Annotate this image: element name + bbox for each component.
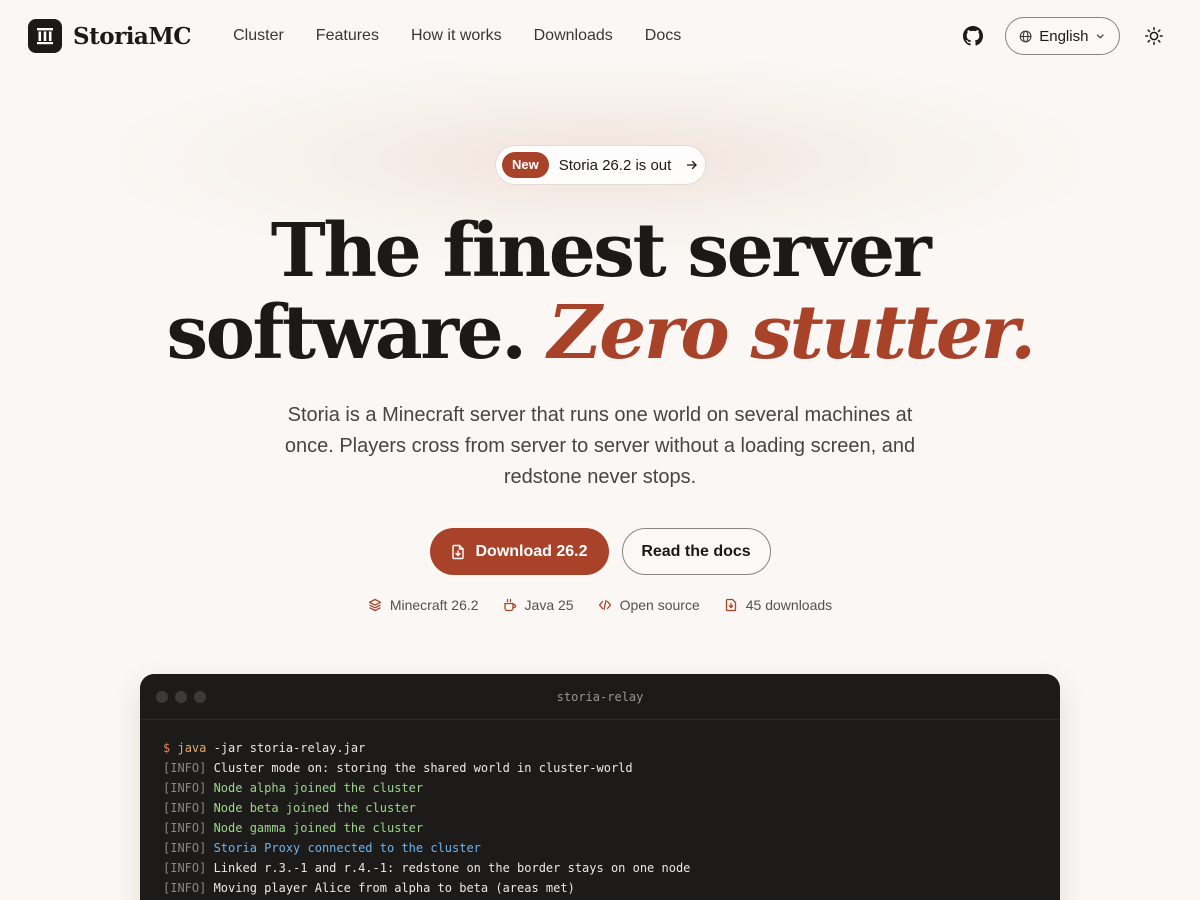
hero-title-accent: Zero stutter. [547,290,1036,376]
meta-minecraft-label: Minecraft 26.2 [389,597,479,613]
terminal-title: storia-relay [556,690,644,704]
coffee-cup-icon [503,598,516,612]
brand-name: StoriaMC [73,22,192,50]
hero-title: The finest server software. Zero stutter… [0,210,1200,374]
terminal-log: [INFO] Cluster mode on: storing the shar… [163,758,1037,898]
main-nav: Cluster Features How it works Downloads … [217,21,697,51]
meta-minecraft-version: Minecraft 26.2 [368,597,479,613]
meta-java-version: Java 25 [503,597,574,613]
release-announcement-link[interactable]: New Storia 26.2 is out [495,145,706,185]
meta-downloads: 45 downloads [724,597,832,613]
terminal-command: java [177,741,207,755]
terminal-window: storia-relay $ java -jar storia-relay.ja… [140,674,1060,900]
language-label: English [1039,27,1089,45]
log-message: Linked r.3.-1 and r.4.-1: redstone on th… [206,861,691,875]
terminal-titlebar: storia-relay [140,674,1060,720]
hero-subtitle: Storia is a Minecraft server that runs o… [284,404,916,488]
cta-row: Download 26.2 Read the docs [0,528,1200,575]
github-icon [963,26,983,46]
meta-java-label: Java 25 [524,597,574,613]
log-message: Moving player Alice from alpha to beta (… [206,881,575,895]
terminal-log-line: [INFO] Linked r.3.-1 and r.4.-1: redston… [163,858,1037,878]
read-docs-button[interactable]: Read the docs [621,528,771,575]
arrow-right-icon [685,158,699,172]
meta-open-source: Open source [598,597,700,613]
layers-icon [368,598,381,612]
log-message: Node gamma joined the cluster [206,821,424,835]
github-button[interactable] [955,18,991,54]
language-select[interactable]: English [1005,17,1120,55]
nav-downloads[interactable]: Downloads [518,21,629,51]
terminal-prompt: $ [163,741,171,755]
log-message: Storia Proxy connected to the cluster [206,841,481,855]
terminal-log-line: [INFO] Moving player Alice from alpha to… [163,878,1037,898]
terminal-log-line: [INFO] Cluster mode on: storing the shar… [163,758,1037,778]
brand-link[interactable]: StoriaMC [28,19,192,53]
terminal-command-line: $ java -jar storia-relay.jar [163,738,1037,758]
hero-title-line1: The finest server [270,208,932,294]
log-level-tag: [INFO] [163,781,207,795]
nav-cluster[interactable]: Cluster [217,21,300,51]
meta-open-source-label: Open source [619,597,700,613]
hero-title-line2: software. [166,290,527,376]
log-message: Cluster mode on: storing the shared worl… [206,761,633,775]
nav-docs[interactable]: Docs [629,21,697,51]
sun-icon [1145,27,1163,45]
theme-toggle-button[interactable] [1136,18,1172,54]
terminal-log-line: [INFO] Node alpha joined the cluster [163,778,1037,798]
header-actions: English [955,17,1172,55]
globe-icon [1019,30,1032,42]
log-level-tag: [INFO] [163,881,207,895]
terminal-log-line: [INFO] Storia Proxy connected to the clu… [163,838,1037,858]
terminal-log-line: [INFO] Node gamma joined the cluster [163,818,1037,838]
release-meta: Minecraft 26.2 Java 25 Open source 45 do… [0,597,1200,613]
log-level-tag: [INFO] [163,861,207,875]
terminal-output: $ java -jar storia-relay.jar [INFO] Clus… [140,720,1060,900]
download-button-label: Download 26.2 [475,542,588,560]
terminal-log-line: [INFO] Node beta joined the cluster [163,798,1037,818]
log-level-tag: [INFO] [163,801,207,815]
log-message: Node alpha joined the cluster [206,781,424,795]
code-icon [598,599,611,611]
nav-features[interactable]: Features [300,21,395,51]
page: StoriaMC Cluster Features How it works D… [0,0,1200,900]
file-download-icon [452,544,465,559]
download-button[interactable]: Download 26.2 [429,528,609,575]
site-header: StoriaMC Cluster Features How it works D… [0,0,1200,72]
new-badge: New [502,152,549,178]
storia-logo-icon [28,19,62,53]
log-level-tag: [INFO] [163,821,207,835]
nav-how-it-works[interactable]: How it works [395,21,518,51]
log-level-tag: [INFO] [163,841,207,855]
release-announcement-text: Storia 26.2 is out [558,156,672,174]
file-download-icon [725,598,736,612]
meta-downloads-label: 45 downloads [745,597,833,613]
log-level-tag: [INFO] [163,761,207,775]
chevron-down-icon [1097,34,1105,39]
log-message: Node beta joined the cluster [206,801,416,815]
terminal-command-args: -jar storia-relay.jar [206,741,366,755]
